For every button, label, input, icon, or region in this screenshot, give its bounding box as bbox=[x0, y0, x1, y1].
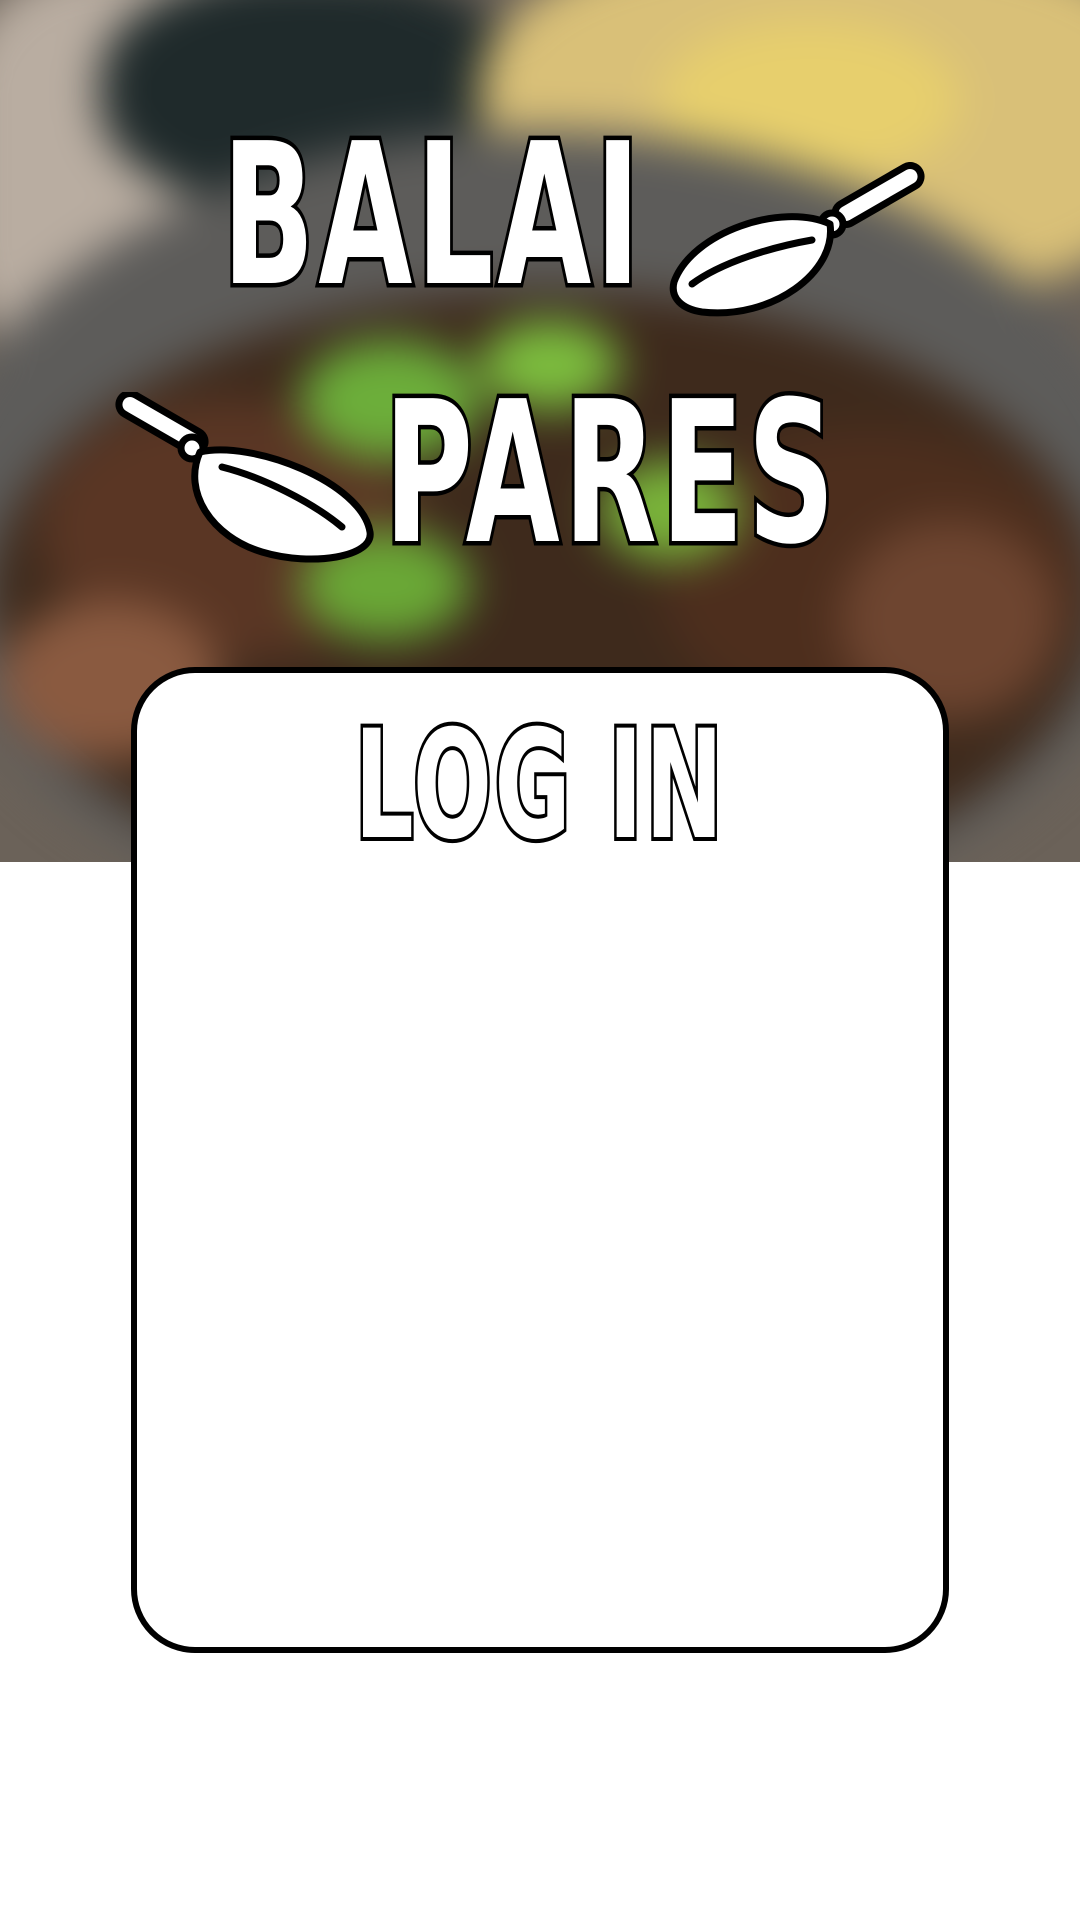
frying-pan-icon bbox=[115, 392, 374, 563]
brand-line-1: BALAI bbox=[219, 102, 644, 330]
frying-pan-icon bbox=[669, 162, 925, 317]
login-title: LOG IN bbox=[352, 699, 726, 873]
brand-logo: BALAI PARES bbox=[0, 0, 1080, 640]
brand-line-2: PARES bbox=[381, 360, 839, 588]
login-screen: BALAI PARES LOG IN bbox=[0, 0, 1080, 1920]
login-card: LOG IN bbox=[131, 667, 949, 1653]
